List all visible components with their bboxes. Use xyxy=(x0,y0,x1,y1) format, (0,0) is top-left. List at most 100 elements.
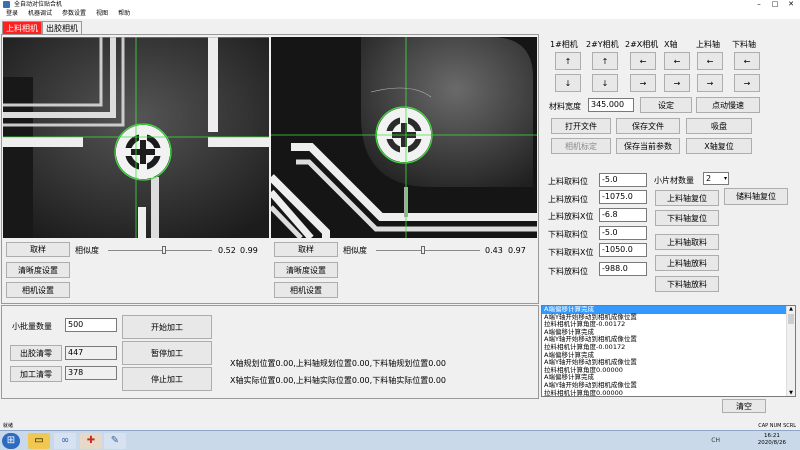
material-width-input[interactable]: 345.000 xyxy=(588,98,634,112)
log-row[interactable]: 拉料相机计算角度0.00000 xyxy=(542,389,795,396)
cam2-capture-button[interactable]: 取样 xyxy=(274,242,338,257)
load-axis-take-button[interactable]: 上料轴取料 xyxy=(655,234,719,250)
pos-input-3[interactable]: -5.0 xyxy=(599,226,647,240)
cam2-similarity-label: 相似度 xyxy=(343,246,367,255)
jog-header-cam2x: 2#X相机 xyxy=(625,40,659,49)
cam1-settings-button[interactable]: 相机设置 xyxy=(6,282,70,298)
cam1-up-button[interactable]: ↑ xyxy=(555,52,581,70)
explorer-icon[interactable]: ▭ xyxy=(28,433,50,449)
menu-help[interactable]: 帮助 xyxy=(118,9,130,19)
unload-axis-right-button[interactable]: → xyxy=(734,74,760,92)
window-title: 全自动对位贴合机 xyxy=(14,1,63,8)
pos-input-5[interactable]: -988.0 xyxy=(599,262,647,276)
jog-slow-button[interactable]: 点动慢速 xyxy=(696,97,760,113)
camera-1-view xyxy=(3,37,269,238)
menu-login[interactable]: 登录 xyxy=(6,9,18,19)
scroll-up-icon[interactable]: ▲ xyxy=(787,306,795,312)
status-left-text: 就绪 xyxy=(3,423,14,429)
media-icon[interactable]: ∞ xyxy=(54,433,76,449)
start-orb-icon[interactable]: ⊞ xyxy=(2,433,20,449)
menu-machine-debug[interactable]: 机器调试 xyxy=(28,9,52,19)
pos-label-3: 下料取料位 xyxy=(548,230,588,239)
cam2-settings-button[interactable]: 相机设置 xyxy=(274,282,338,298)
load-axis-reset-button[interactable]: 上料轴复位 xyxy=(655,190,719,206)
pos-label-5: 下料放料位 xyxy=(548,267,588,276)
pos-input-4[interactable]: -1050.0 xyxy=(599,243,647,257)
set-width-button[interactable]: 设定 xyxy=(640,97,692,113)
close-icon[interactable]: ✕ xyxy=(784,0,798,8)
status-right-text: CAP NUM SCRL xyxy=(758,423,796,429)
process-reset-button[interactable]: 加工清零 xyxy=(10,366,62,382)
log-list[interactable]: A端偏移计算完成 A端Y轴开始移动到相机成像位置 拉料相机计算角度-0.00172 A… xyxy=(541,305,796,397)
pos-label-2: 上料放料X位 xyxy=(548,212,594,221)
status-bar: 就绪 CAP NUM SCRL xyxy=(0,422,800,430)
pos-input-1[interactable]: -1075.0 xyxy=(599,190,647,204)
cam1-similarity-slider[interactable] xyxy=(108,250,212,251)
unload-axis-put-button[interactable]: 下料轴放料 xyxy=(655,276,719,292)
minimize-icon[interactable]: – xyxy=(752,0,766,8)
pos-label-0: 上料取料位 xyxy=(548,177,588,186)
cam2-similarity-value: 0.43 xyxy=(485,246,503,255)
open-file-button[interactable]: 打开文件 xyxy=(551,118,611,134)
stop-button[interactable]: 停止加工 xyxy=(122,367,212,391)
title-bar: 全自动对位贴合机 – □ ✕ xyxy=(0,0,800,9)
jog-header-load-axis: 上料轴 xyxy=(696,40,720,49)
process-count-value: 378 xyxy=(65,366,117,380)
plan-positions-text: X轴规划位置0.00,上料轴规划位置0.00,下料轴规划位置0.00 xyxy=(230,359,447,368)
camera-2-view xyxy=(271,37,537,238)
x-axis-reset-button[interactable]: X轴复位 xyxy=(686,138,752,154)
log-scroll-thumb[interactable] xyxy=(788,314,794,324)
cam1-capture-button[interactable]: 取样 xyxy=(6,242,70,257)
pos-input-0[interactable]: -5.0 xyxy=(599,173,647,187)
taskbar: ⊞ ▭ ∞ ✚ ✎ CH 16:21 2020/8/26 xyxy=(0,430,800,450)
pos-label-1: 上料放料位 xyxy=(548,195,588,204)
log-scrollbar[interactable]: ▲ ▼ xyxy=(786,306,795,396)
pos-input-2[interactable]: -6.8 xyxy=(599,208,647,222)
cam2y-down-button[interactable]: ↓ xyxy=(592,74,618,92)
unload-axis-left-button[interactable]: ← xyxy=(734,52,760,70)
scroll-down-icon[interactable]: ▼ xyxy=(787,390,795,396)
menu-params[interactable]: 参数设置 xyxy=(62,9,86,19)
tools-icon[interactable]: ✎ xyxy=(104,433,126,449)
cam2-clarity-button[interactable]: 清晰度设置 xyxy=(274,262,338,278)
jog-header-cam1: 1#相机 xyxy=(550,40,578,49)
cam1-clarity-button[interactable]: 清晰度设置 xyxy=(6,262,70,278)
cam2-slider-thumb[interactable] xyxy=(420,246,425,254)
cam2y-up-button[interactable]: ↑ xyxy=(592,52,618,70)
maximize-icon[interactable]: □ xyxy=(768,0,782,8)
load-axis-right-button[interactable]: → xyxy=(697,74,723,92)
cam1-similarity-label: 相似度 xyxy=(75,246,99,255)
batch-count-input[interactable]: 500 xyxy=(65,318,117,332)
small-count-select[interactable]: 2 ▾ xyxy=(703,172,729,185)
x-axis-right-button[interactable]: → xyxy=(664,74,690,92)
small-count-value: 2 xyxy=(706,174,712,183)
menu-view[interactable]: 视图 xyxy=(96,9,108,19)
camera-tabs: 上料相机 出胶相机 xyxy=(2,21,82,34)
cam1-similarity-value: 0.52 xyxy=(218,246,236,255)
clear-log-button[interactable]: 清空 xyxy=(722,399,766,413)
glue-reset-button[interactable]: 出胶清零 xyxy=(10,345,62,361)
x-axis-left-button[interactable]: ← xyxy=(664,52,690,70)
load-axis-put-button[interactable]: 上料轴放料 xyxy=(655,255,719,271)
camera-calib-button[interactable]: 相机标定 xyxy=(551,138,611,154)
tab-load-camera[interactable]: 上料相机 xyxy=(2,21,42,34)
cam2x-left-button[interactable]: ← xyxy=(630,52,656,70)
stock-axis-reset-button[interactable]: 储料轴复位 xyxy=(724,188,788,205)
start-button[interactable]: 开始加工 xyxy=(122,315,212,339)
vacuum-button[interactable]: 吸盘 xyxy=(686,118,752,134)
pos-label-4: 下料取料X位 xyxy=(548,248,594,257)
save-file-button[interactable]: 保存文件 xyxy=(616,118,680,134)
load-axis-left-button[interactable]: ← xyxy=(697,52,723,70)
cam1-slider-thumb[interactable] xyxy=(162,246,167,254)
clock: 16:21 2020/8/26 xyxy=(758,433,786,447)
cam1-down-button[interactable]: ↓ xyxy=(555,74,581,92)
pause-button[interactable]: 暂停加工 xyxy=(122,341,212,365)
tab-glue-camera[interactable]: 出胶相机 xyxy=(42,21,82,34)
cam2-similarity-slider[interactable] xyxy=(376,250,480,251)
cam2x-right-button[interactable]: → xyxy=(630,74,656,92)
save-params-button[interactable]: 保存当前参数 xyxy=(616,138,680,154)
chevron-down-icon[interactable]: ▾ xyxy=(724,173,727,185)
material-width-label: 材料宽度 xyxy=(549,102,581,111)
unload-axis-reset-button[interactable]: 下料轴复位 xyxy=(655,210,719,226)
app-icon-taskbar[interactable]: ✚ xyxy=(80,433,102,449)
